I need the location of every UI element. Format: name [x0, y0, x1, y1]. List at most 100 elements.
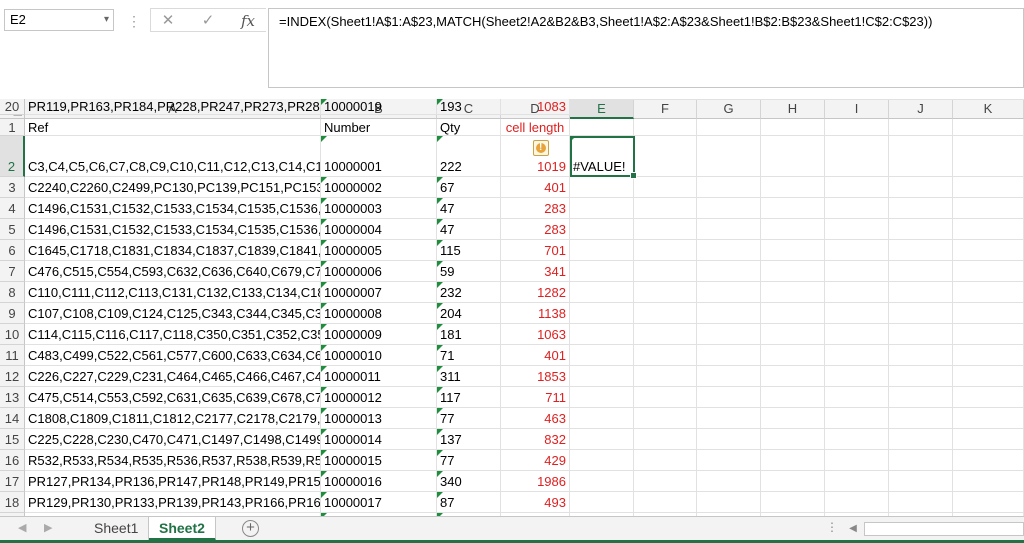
cell-g17[interactable] — [697, 471, 761, 492]
cell-d15[interactable]: 832 — [501, 429, 570, 450]
cell-a17[interactable]: PR127,PR134,PR136,PR147,PR148,PR149,PR15… — [25, 471, 321, 492]
cell-h6[interactable] — [761, 240, 825, 261]
cell-d14[interactable]: 463 — [501, 408, 570, 429]
cell-c9[interactable]: 204 — [437, 303, 501, 324]
cell-h11[interactable] — [761, 345, 825, 366]
cell-h16[interactable] — [761, 450, 825, 471]
cell-i16[interactable] — [825, 450, 889, 471]
cell-d18[interactable]: 493 — [501, 492, 570, 513]
cell-k8[interactable] — [953, 282, 1024, 303]
cell-c5[interactable]: 47 — [437, 219, 501, 240]
cell-j15[interactable] — [889, 429, 953, 450]
cell-e14[interactable] — [570, 408, 634, 429]
row-header-13[interactable]: 13 — [0, 387, 25, 408]
cell-f18[interactable] — [634, 492, 697, 513]
cell-a4[interactable]: C1496,C1531,C1532,C1533,C1534,C1535,C153… — [25, 198, 321, 219]
cell-k7[interactable] — [953, 261, 1024, 282]
cell-d3[interactable]: 401 — [501, 177, 570, 198]
cell-d11[interactable]: 401 — [501, 345, 570, 366]
cell-d7[interactable]: 341 — [501, 261, 570, 282]
cell-c10[interactable]: 181 — [437, 324, 501, 345]
cell-a5[interactable]: C1496,C1531,C1532,C1533,C1534,C1535,C153… — [25, 219, 321, 240]
cell-i3[interactable] — [825, 177, 889, 198]
cell-j3[interactable] — [889, 177, 953, 198]
cell-d13[interactable]: 711 — [501, 387, 570, 408]
cell-c2[interactable]: 222 — [437, 136, 501, 177]
cell-g5[interactable] — [697, 219, 761, 240]
cell-b8[interactable]: 10000007 — [321, 282, 437, 303]
row-header-16[interactable]: 16 — [0, 450, 25, 471]
cell-f8[interactable] — [634, 282, 697, 303]
cell-f12[interactable] — [634, 366, 697, 387]
cell-k15[interactable] — [953, 429, 1024, 450]
cell-c11[interactable]: 71 — [437, 345, 501, 366]
cell-e17[interactable] — [570, 471, 634, 492]
cell-g10[interactable] — [697, 324, 761, 345]
row-header-10[interactable]: 10 — [0, 324, 25, 345]
cell-f16[interactable] — [634, 450, 697, 471]
cell-a2[interactable]: C3,C4,C5,C6,C7,C8,C9,C10,C11,C12,C13,C14… — [25, 136, 321, 177]
cell-a13[interactable]: C475,C514,C553,C592,C631,C635,C639,C678,… — [25, 387, 321, 408]
cell-i12[interactable] — [825, 366, 889, 387]
cell-b18[interactable]: 10000017 — [321, 492, 437, 513]
column-header-j[interactable]: J — [889, 99, 953, 119]
cell-c20[interactable]: 193 — [437, 99, 501, 115]
cell-c15[interactable]: 137 — [437, 429, 501, 450]
scrollbar-thumb[interactable] — [864, 522, 1024, 536]
cell-j1[interactable] — [889, 119, 953, 136]
cell-f17[interactable] — [634, 471, 697, 492]
cell-c18[interactable]: 87 — [437, 492, 501, 513]
cell-e9[interactable] — [570, 303, 634, 324]
cell-e15[interactable] — [570, 429, 634, 450]
cell-c12[interactable]: 311 — [437, 366, 501, 387]
cell-e3[interactable] — [570, 177, 634, 198]
cell-f20[interactable] — [634, 99, 697, 100]
row-header-14[interactable]: 14 — [0, 408, 25, 429]
formula-input[interactable]: =INDEX(Sheet1!A$1:A$23,MATCH(Sheet2!A2&B… — [268, 8, 1024, 88]
cell-a6[interactable]: C1645,C1718,C1831,C1834,C1837,C1839,C184… — [25, 240, 321, 261]
scroll-left-icon[interactable]: ◀ — [18, 521, 26, 534]
scroll-right-icon[interactable]: ▶ — [44, 521, 52, 534]
cell-k14[interactable] — [953, 408, 1024, 429]
cell-i2[interactable] — [825, 136, 889, 177]
cell-i17[interactable] — [825, 471, 889, 492]
cell-b2[interactable]: 10000001 — [321, 136, 437, 177]
cell-c16[interactable]: 77 — [437, 450, 501, 471]
cell-d16[interactable]: 429 — [501, 450, 570, 471]
cell-k2[interactable] — [953, 136, 1024, 177]
column-header-i[interactable]: I — [825, 99, 889, 119]
cell-h7[interactable] — [761, 261, 825, 282]
cell-i14[interactable] — [825, 408, 889, 429]
cell-k4[interactable] — [953, 198, 1024, 219]
cancel-icon[interactable]: ✕ — [153, 10, 183, 32]
cell-g2[interactable] — [697, 136, 761, 177]
cell-f1[interactable] — [634, 119, 697, 136]
cell-i18[interactable] — [825, 492, 889, 513]
cell-g7[interactable] — [697, 261, 761, 282]
cell-h14[interactable] — [761, 408, 825, 429]
cell-j13[interactable] — [889, 387, 953, 408]
cell-b20[interactable]: 10000019 — [321, 99, 437, 115]
cell-i11[interactable] — [825, 345, 889, 366]
more-icon[interactable]: ⋮ — [826, 520, 838, 534]
cell-e7[interactable] — [570, 261, 634, 282]
cell-k1[interactable] — [953, 119, 1024, 136]
cell-j17[interactable] — [889, 471, 953, 492]
cell-h20[interactable] — [761, 99, 825, 100]
cell-d1[interactable]: cell length — [501, 119, 570, 136]
cell-e20[interactable] — [570, 99, 634, 100]
cell-b15[interactable]: 10000014 — [321, 429, 437, 450]
cell-g14[interactable] — [697, 408, 761, 429]
cell-k16[interactable] — [953, 450, 1024, 471]
cell-e16[interactable] — [570, 450, 634, 471]
cell-b9[interactable]: 10000008 — [321, 303, 437, 324]
row-header-8[interactable]: 8 — [0, 282, 25, 303]
cell-k13[interactable] — [953, 387, 1024, 408]
cell-f4[interactable] — [634, 198, 697, 219]
cell-j8[interactable] — [889, 282, 953, 303]
cell-e13[interactable] — [570, 387, 634, 408]
name-box[interactable]: E2 ▾ — [4, 9, 114, 31]
cell-g11[interactable] — [697, 345, 761, 366]
row-header-18[interactable]: 18 — [0, 492, 25, 513]
cell-h3[interactable] — [761, 177, 825, 198]
